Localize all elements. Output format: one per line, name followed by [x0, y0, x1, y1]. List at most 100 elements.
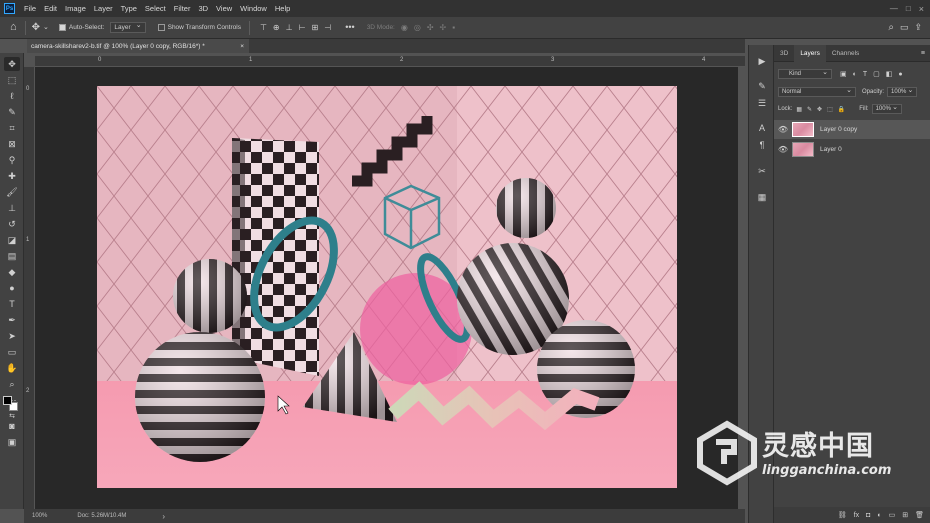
auto-select-option[interactable]: Auto-Select:	[58, 24, 104, 31]
quick-mask-icon[interactable]: ◙	[4, 419, 20, 433]
clone-stamp-tool-icon[interactable]: ⊥	[4, 201, 20, 215]
close-tab-icon[interactable]: ×	[240, 43, 244, 50]
pen-tool-icon[interactable]: ✒	[4, 313, 20, 327]
share-icon[interactable]: ⇪	[914, 23, 922, 32]
layer-row-layer-0[interactable]: 👁 Layer 0	[774, 140, 930, 159]
home-icon[interactable]: ⌂	[10, 22, 17, 33]
filter-shape-icon[interactable]: ▢	[873, 70, 880, 78]
move-tool-icon[interactable]: ✥	[4, 57, 20, 71]
paragraph-panel-icon[interactable]: ¶	[755, 139, 769, 151]
path-select-tool-icon[interactable]: ➤	[4, 329, 20, 343]
crop-tool-icon[interactable]: ⌗	[4, 121, 20, 135]
lasso-tool-icon[interactable]: ℓ	[4, 89, 20, 103]
tools-settings-icon[interactable]: ✂	[755, 165, 769, 177]
new-group-icon[interactable]: ▭	[889, 511, 896, 519]
character-panel-icon[interactable]: A	[755, 122, 769, 134]
menu-3d[interactable]: 3D	[194, 4, 212, 13]
align-middle-icon[interactable]: ⊕	[273, 23, 280, 32]
adjustment-layer-icon[interactable]: ◐	[877, 512, 881, 519]
adjustments-icon[interactable]: ☰	[755, 97, 769, 109]
ruler-horizontal[interactable]: 0 1 2 3 4	[35, 56, 745, 67]
fill-field[interactable]: 100%	[871, 103, 902, 114]
menu-window[interactable]: Window	[236, 4, 271, 13]
document-tab[interactable]: camera-skillsharev2-b.tif @ 100% (Layer …	[27, 39, 249, 53]
menu-view[interactable]: View	[212, 4, 236, 13]
screen-mode-icon[interactable]: ▣	[4, 435, 20, 449]
menu-type[interactable]: Type	[117, 4, 141, 13]
lock-transparent-icon[interactable]: ▦	[796, 106, 802, 113]
new-layer-icon[interactable]: ⊞	[902, 511, 908, 519]
foreground-color-swatch[interactable]	[3, 396, 12, 405]
delete-layer-icon[interactable]: 🗑	[915, 511, 924, 519]
tab-layers[interactable]: Layers	[794, 44, 826, 62]
lock-all-icon[interactable]: 🔒	[838, 106, 845, 113]
filter-type-icon[interactable]: T	[863, 71, 867, 78]
menu-file[interactable]: File	[20, 4, 40, 13]
filter-smart-object-icon[interactable]: ◧	[886, 70, 893, 78]
menu-layer[interactable]: Layer	[90, 4, 117, 13]
link-layers-icon[interactable]: ⛓	[838, 511, 847, 519]
transform-controls-checkbox[interactable]	[157, 24, 165, 31]
3d-slide-icon[interactable]: ✢	[440, 23, 447, 32]
3d-orbit-icon[interactable]: ◉	[401, 23, 408, 32]
zoom-level[interactable]: 100%	[32, 513, 47, 519]
filter-adjustment-icon[interactable]: ◐	[853, 71, 857, 78]
workspace-icon[interactable]: ▭	[900, 23, 909, 32]
align-right-icon[interactable]: ⊣	[324, 23, 331, 32]
quick-select-tool-icon[interactable]: ✎	[4, 105, 20, 119]
gradient-tool-icon[interactable]: ▤	[4, 249, 20, 263]
frame-tool-icon[interactable]: ⊠	[4, 137, 20, 151]
libraries-icon[interactable]: ▦	[755, 191, 769, 203]
history-brush-tool-icon[interactable]: ↺	[4, 217, 20, 231]
menu-image[interactable]: Image	[61, 4, 90, 13]
more-options-icon[interactable]: •••	[345, 23, 354, 32]
brush-tool-icon[interactable]: 🖌	[4, 185, 20, 199]
healing-brush-tool-icon[interactable]: ✚	[4, 169, 20, 183]
move-tool-icon[interactable]: ✥	[32, 22, 40, 33]
hand-tool-icon[interactable]: ✋	[4, 361, 20, 375]
panel-menu-icon[interactable]: ≡	[921, 50, 925, 57]
align-top-icon[interactable]: ⊤	[260, 23, 267, 32]
chevron-down-icon[interactable]: ⌄	[43, 24, 49, 31]
tab-channels[interactable]: Channels	[826, 45, 865, 62]
maximize-icon[interactable]: □	[906, 4, 911, 13]
close-window-icon[interactable]: ×	[919, 4, 924, 14]
align-center-icon[interactable]: ⊞	[312, 23, 319, 32]
zoom-tool-icon[interactable]: ⌕	[4, 377, 20, 391]
shape-tool-icon[interactable]: ▭	[4, 345, 20, 359]
align-bottom-icon[interactable]: ⊥	[286, 23, 293, 32]
play-action-icon[interactable]: ▶	[755, 55, 769, 67]
eraser-tool-icon[interactable]: ◪	[4, 233, 20, 247]
menu-select[interactable]: Select	[141, 4, 170, 13]
filter-pixel-icon[interactable]: ▣	[840, 70, 847, 78]
3d-pan-icon[interactable]: ✣	[427, 23, 434, 32]
auto-select-dropdown[interactable]: Layer	[110, 21, 146, 33]
lock-position-icon[interactable]: ✥	[817, 106, 822, 113]
3d-roll-icon[interactable]: ◎	[414, 23, 421, 32]
dodge-tool-icon[interactable]: ●	[4, 281, 20, 295]
blend-mode-dropdown[interactable]: Normal	[778, 86, 856, 97]
align-left-icon[interactable]: ⊢	[299, 23, 306, 32]
visibility-eye-icon[interactable]: 👁	[774, 125, 792, 134]
visibility-eye-icon[interactable]: 👁	[774, 145, 792, 154]
tab-3d[interactable]: 3D	[774, 45, 794, 62]
doc-size-info[interactable]: Doc: 5.26M/10.4M	[77, 513, 126, 519]
layer-style-icon[interactable]: fx	[854, 512, 859, 519]
minimize-icon[interactable]: —	[890, 4, 898, 13]
lock-artboard-icon[interactable]: ⬚	[827, 106, 833, 113]
document-canvas[interactable]	[97, 86, 677, 488]
opacity-field[interactable]: 100%	[887, 86, 918, 97]
marquee-tool-icon[interactable]: ⬚	[4, 73, 20, 87]
eyedropper-tool-icon[interactable]: ⚲	[4, 153, 20, 167]
blur-tool-icon[interactable]: ◆	[4, 265, 20, 279]
filter-toggle-icon[interactable]: ●	[898, 71, 902, 78]
type-tool-icon[interactable]: T	[4, 297, 20, 311]
layer-row-layer-0-copy[interactable]: 👁 Layer 0 copy	[774, 120, 930, 139]
menu-help[interactable]: Help	[271, 4, 294, 13]
menu-filter[interactable]: Filter	[170, 4, 195, 13]
auto-select-checkbox[interactable]	[58, 24, 66, 31]
ruler-vertical[interactable]: 0 1 2	[24, 67, 35, 509]
layer-kind-filter[interactable]: Kind	[778, 68, 832, 79]
search-icon[interactable]: ⌕	[888, 22, 894, 33]
menu-edit[interactable]: Edit	[40, 4, 61, 13]
